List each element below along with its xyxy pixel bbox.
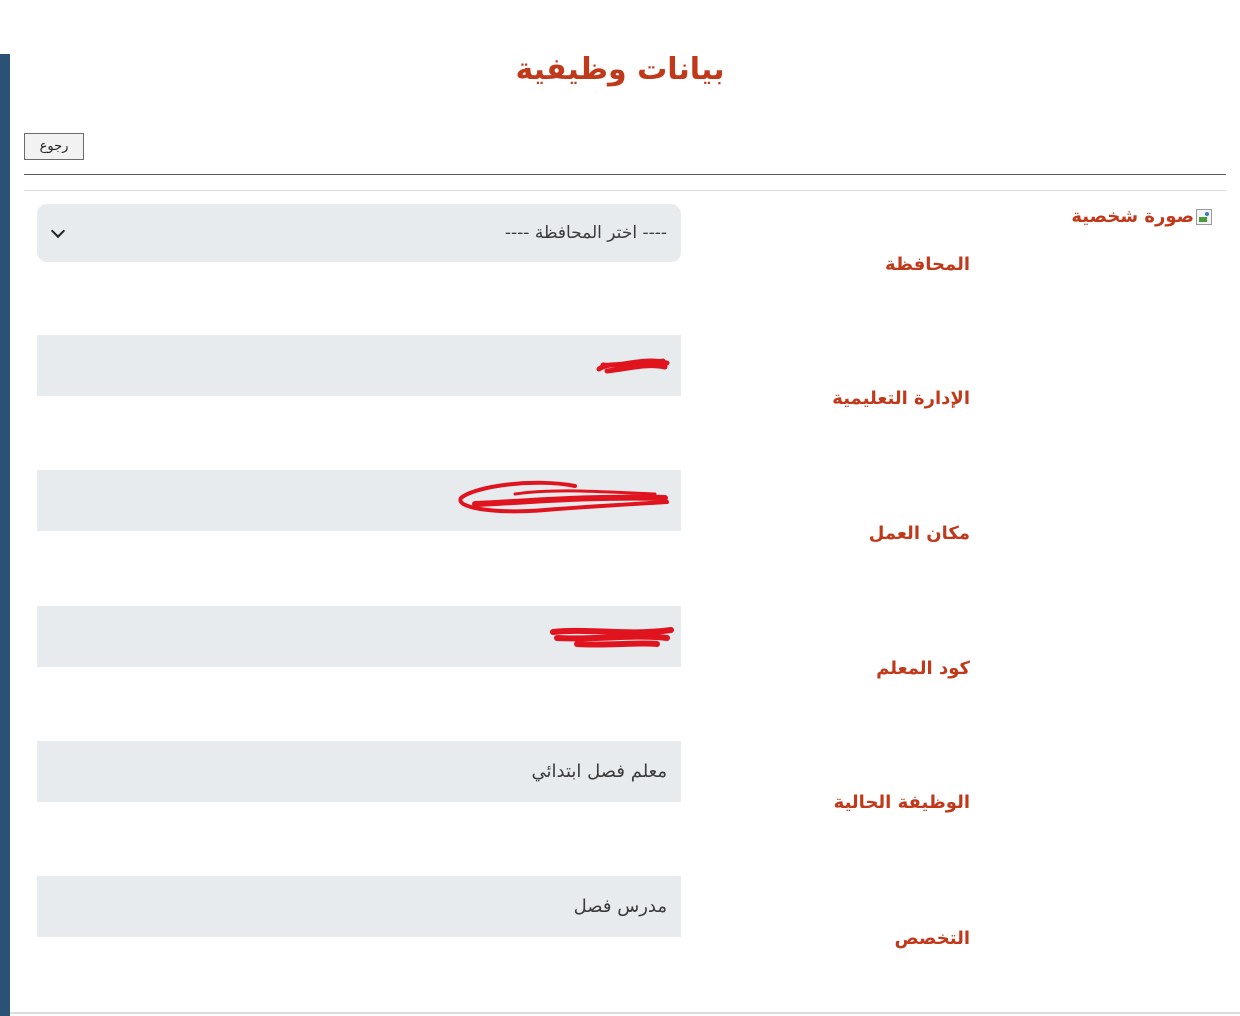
specialization-label: التخصص xyxy=(894,928,970,949)
specialization-field[interactable]: مدرس فصل xyxy=(37,876,681,937)
workplace-field[interactable] xyxy=(37,470,681,531)
governorate-select-value: ---- اختر المحافظة ---- xyxy=(504,223,667,243)
divider-light xyxy=(24,190,1226,191)
chevron-down-icon xyxy=(50,223,66,238)
teacher-code-field[interactable] xyxy=(37,606,681,667)
broken-image-icon xyxy=(1196,208,1212,225)
page-title: بيانات وظيفية xyxy=(515,52,725,87)
bottom-divider xyxy=(10,1012,1240,1014)
specialization-value: مدرس فصل xyxy=(573,896,667,917)
governorate-select[interactable]: ---- اختر المحافظة ---- xyxy=(37,204,681,262)
governorate-label: المحافظة xyxy=(885,254,970,275)
back-button[interactable]: رجوع xyxy=(24,133,84,160)
current-job-field[interactable]: معلم فصل ابتدائي xyxy=(37,741,681,802)
redaction-scribble xyxy=(458,480,669,514)
educational-administration-field[interactable] xyxy=(37,335,681,396)
current-job-value: معلم فصل ابتدائي xyxy=(531,761,667,782)
redaction-scribble xyxy=(596,358,670,374)
profile-photo-alt-text: صورة شخصية xyxy=(1071,206,1194,227)
left-sidebar-edge xyxy=(0,54,10,1016)
divider xyxy=(24,174,1226,175)
teacher-code-label: كود المعلم xyxy=(876,658,970,679)
educational-administration-label: الإدارة التعليمية xyxy=(832,388,970,409)
workplace-label: مكان العمل xyxy=(868,523,970,544)
redaction-scribble xyxy=(550,627,674,648)
profile-photo: صورة شخصية xyxy=(1071,206,1212,227)
current-job-label: الوظيفة الحالية xyxy=(833,792,970,813)
